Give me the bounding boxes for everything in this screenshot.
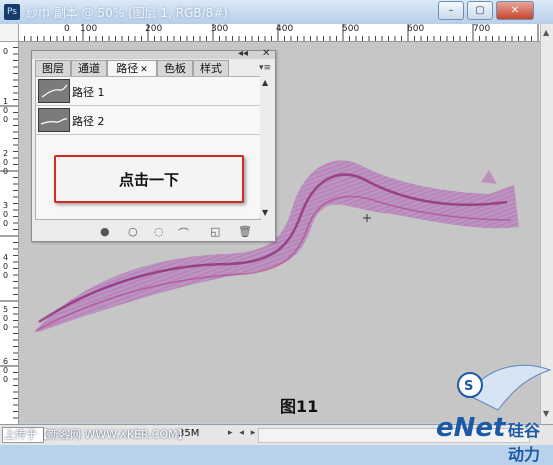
path-row[interactable]: 路径 2 xyxy=(36,106,260,135)
paths-list-scrollbar[interactable]: ▲ ▼ xyxy=(260,76,272,218)
logo-sub-text: 硅谷动力 xyxy=(508,421,541,464)
delete-path-icon[interactable]: 🗑 xyxy=(238,225,252,238)
callout-box: 点击一下 xyxy=(54,155,244,203)
close-button[interactable]: ✕ xyxy=(496,1,534,20)
ruler-corner[interactable] xyxy=(0,24,19,42)
ruler-label: 300 xyxy=(3,201,9,228)
figure-label: 图11 xyxy=(280,397,319,416)
ruler-label: 500 xyxy=(342,24,360,34)
photoshop-app-icon: Ps xyxy=(4,4,20,20)
ruler-label: 600 xyxy=(3,357,9,384)
tab-close-icon[interactable]: ✕ xyxy=(140,65,148,75)
ruler-label: 400 xyxy=(3,253,9,280)
status-arrows-icon[interactable]: ▸ ◂ ▸ xyxy=(228,428,257,438)
window-title: 纱巾 副本 @ 50% (图层 1, RGB/8#) xyxy=(26,6,228,20)
tab-swatches[interactable]: 色板 xyxy=(157,60,193,76)
tab-label: 图层 xyxy=(42,62,64,75)
path-thumbnail xyxy=(38,108,70,132)
fill-path-icon[interactable]: ● xyxy=(100,225,110,238)
paths-panel: ◂◂ ✕ 图层 通道 路径 ✕ 色板 样式 ▾≡ 路径 1 路径 2 ▲ ▼ ● … xyxy=(31,48,276,242)
stroke-path-icon[interactable]: ○ xyxy=(128,225,138,238)
watermark-text: 上传于【新客网 WWW.XKER.COM】 xyxy=(4,428,189,441)
path-label: 路径 1 xyxy=(72,86,105,99)
panel-menu-icon[interactable]: ▾≡ xyxy=(259,63,271,73)
ruler-label: 300 xyxy=(211,24,229,34)
tab-styles[interactable]: 样式 xyxy=(193,60,229,76)
ruler-label: 600 xyxy=(407,24,425,34)
path-thumbnail xyxy=(38,79,70,103)
ruler-label: 100 xyxy=(3,97,9,124)
new-path-icon[interactable]: ◱ xyxy=(210,225,220,238)
tab-channels[interactable]: 通道 xyxy=(71,60,107,76)
minimize-button[interactable]: – xyxy=(438,1,464,20)
horizontal-ruler[interactable]: 0 100 200 300 400 500 600 700 xyxy=(18,24,540,42)
ruler-label: 200 xyxy=(3,149,9,176)
scroll-down-icon[interactable]: ▼ xyxy=(262,208,268,217)
ruler-label: 200 xyxy=(145,24,163,34)
panel-header-strip[interactable]: ◂◂ ✕ xyxy=(32,48,275,59)
tab-label: 色板 xyxy=(164,62,186,75)
tab-label: 通道 xyxy=(78,62,100,75)
collapse-panel-icon[interactable]: ◂◂ xyxy=(238,48,248,59)
title-bar: Ps 纱巾 副本 @ 50% (图层 1, RGB/8#) – ▢ ✕ xyxy=(0,0,553,25)
vertical-ruler[interactable]: 0 100 200 300 400 500 600 xyxy=(0,41,19,424)
tab-paths[interactable]: 路径 ✕ xyxy=(107,60,157,77)
scroll-up-icon[interactable]: ▲ xyxy=(262,78,268,87)
path-row[interactable]: 路径 1 xyxy=(36,77,260,106)
callout-text: 点击一下 xyxy=(118,171,179,189)
ruler-label: 100 xyxy=(80,24,98,34)
enet-logo: S eNet 硅谷动力 xyxy=(428,355,553,464)
ruler-label: 400 xyxy=(276,24,294,34)
maximize-button[interactable]: ▢ xyxy=(467,1,493,20)
ruler-label: 500 xyxy=(3,305,9,332)
panel-footer: ● ○ ◌ ⌒ ◱ 🗑 xyxy=(32,223,275,241)
svg-text:S: S xyxy=(464,379,473,394)
ruler-label: 0 xyxy=(64,24,70,34)
close-panel-icon[interactable]: ✕ xyxy=(262,48,270,59)
ruler-label: 0 xyxy=(3,47,9,56)
tab-label: 路径 xyxy=(116,62,139,75)
load-selection-icon[interactable]: ◌ xyxy=(154,225,164,238)
tab-label: 样式 xyxy=(200,62,222,75)
tab-layers[interactable]: 图层 xyxy=(35,60,71,76)
make-workpath-icon[interactable]: ⌒ xyxy=(178,225,189,241)
logo-main-text: eNet xyxy=(436,413,506,443)
crosshair-cursor-icon xyxy=(363,214,371,222)
scroll-up-icon[interactable]: ▲ xyxy=(543,28,549,37)
path-label: 路径 2 xyxy=(72,115,105,128)
ruler-label: 700 xyxy=(473,24,491,34)
